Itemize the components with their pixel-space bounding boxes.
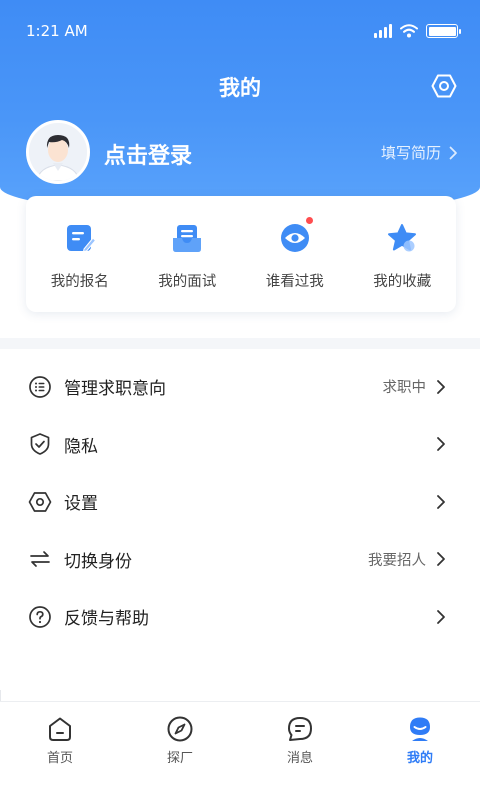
quick-action-label: 我的收藏 <box>373 274 432 290</box>
help-circle-icon <box>28 605 52 629</box>
fill-resume-link[interactable]: 填写简历 <box>381 142 458 163</box>
quick-action-label: 谁看过我 <box>265 274 324 290</box>
profile-section: 点击登录 填写简历 <box>26 120 458 186</box>
gear-hexagon-icon <box>28 490 52 514</box>
status-icons <box>374 24 461 38</box>
chevron-right-icon <box>437 609 445 624</box>
battery-level-fill <box>428 26 456 36</box>
avatar[interactable] <box>26 120 90 184</box>
swap-arrows-icon <box>28 547 52 571</box>
eye-icon <box>279 217 313 254</box>
inbox-icon <box>171 222 203 254</box>
menu-item-value: 求职中 <box>382 380 427 397</box>
list-icon <box>28 375 52 399</box>
quick-action-label: 我的面试 <box>158 274 217 290</box>
chevron-right-icon <box>437 437 445 452</box>
settings-hexagon-icon <box>431 74 457 98</box>
tab-home[interactable]: 首页 <box>0 702 120 800</box>
settings-menu: 管理求职意向 求职中 隐私 设置 切换身份 我要招人 反馈与帮助 <box>0 358 480 646</box>
bottom-tab-bar: 首页 探厂 消息 我的 <box>0 701 480 800</box>
chevron-right-icon <box>437 494 445 509</box>
menu-item-label: 反馈与帮助 <box>64 609 149 630</box>
edit-document-icon <box>64 222 96 254</box>
menu-item-label: 隐私 <box>64 436 98 457</box>
quick-action-my-interviews[interactable]: 我的面试 <box>134 196 242 312</box>
menu-item-job-intention[interactable]: 管理求职意向 求职中 <box>0 358 480 416</box>
shield-check-icon <box>28 432 52 456</box>
chevron-right-icon <box>449 146 457 159</box>
star-icon <box>386 222 418 254</box>
avatar-person-icon <box>29 123 87 181</box>
message-icon <box>286 715 314 743</box>
home-icon <box>46 715 74 743</box>
tab-label: 消息 <box>286 751 313 766</box>
menu-item-value: 我要招人 <box>368 552 426 569</box>
page-title: 我的 <box>219 76 261 100</box>
tab-label: 首页 <box>46 751 73 766</box>
compass-icon <box>166 715 194 743</box>
quick-action-my-applications[interactable]: 我的报名 <box>26 196 134 312</box>
status-time: 1:21 AM <box>26 22 88 40</box>
tab-label: 探厂 <box>166 751 193 766</box>
tab-mine[interactable]: 我的 <box>360 702 480 800</box>
menu-item-feedback-help[interactable]: 反馈与帮助 <box>0 588 480 646</box>
menu-item-privacy[interactable]: 隐私 <box>0 416 480 474</box>
login-prompt[interactable]: 点击登录 <box>104 138 192 170</box>
quick-action-label: 我的报名 <box>50 274 109 290</box>
settings-button[interactable] <box>430 72 458 100</box>
menu-item-switch-identity[interactable]: 切换身份 我要招人 <box>0 531 480 589</box>
tab-messages[interactable]: 消息 <box>240 702 360 800</box>
quick-action-my-favorites[interactable]: 我的收藏 <box>349 196 457 312</box>
chevron-right-icon <box>437 552 445 567</box>
fill-resume-label: 填写简历 <box>380 144 441 162</box>
quick-action-who-viewed-me[interactable]: 谁看过我 <box>241 196 349 312</box>
signal-icon <box>374 24 392 38</box>
tab-label: 我的 <box>406 751 433 766</box>
menu-item-label: 切换身份 <box>64 551 132 572</box>
tab-explore-factory[interactable]: 探厂 <box>120 702 240 800</box>
battery-icon <box>426 24 461 38</box>
section-divider <box>0 338 480 349</box>
menu-item-label: 管理求职意向 <box>64 379 166 400</box>
wifi-icon <box>400 24 418 38</box>
menu-item-label: 设置 <box>64 494 98 515</box>
menu-item-settings[interactable]: 设置 <box>0 473 480 531</box>
status-bar: 1:21 AM <box>0 0 480 64</box>
quick-actions-card: 我的报名 我的面试 谁看过我 我的收藏 <box>26 196 456 312</box>
notification-dot <box>305 217 313 224</box>
profile-icon <box>406 715 434 743</box>
chevron-right-icon <box>437 379 445 394</box>
